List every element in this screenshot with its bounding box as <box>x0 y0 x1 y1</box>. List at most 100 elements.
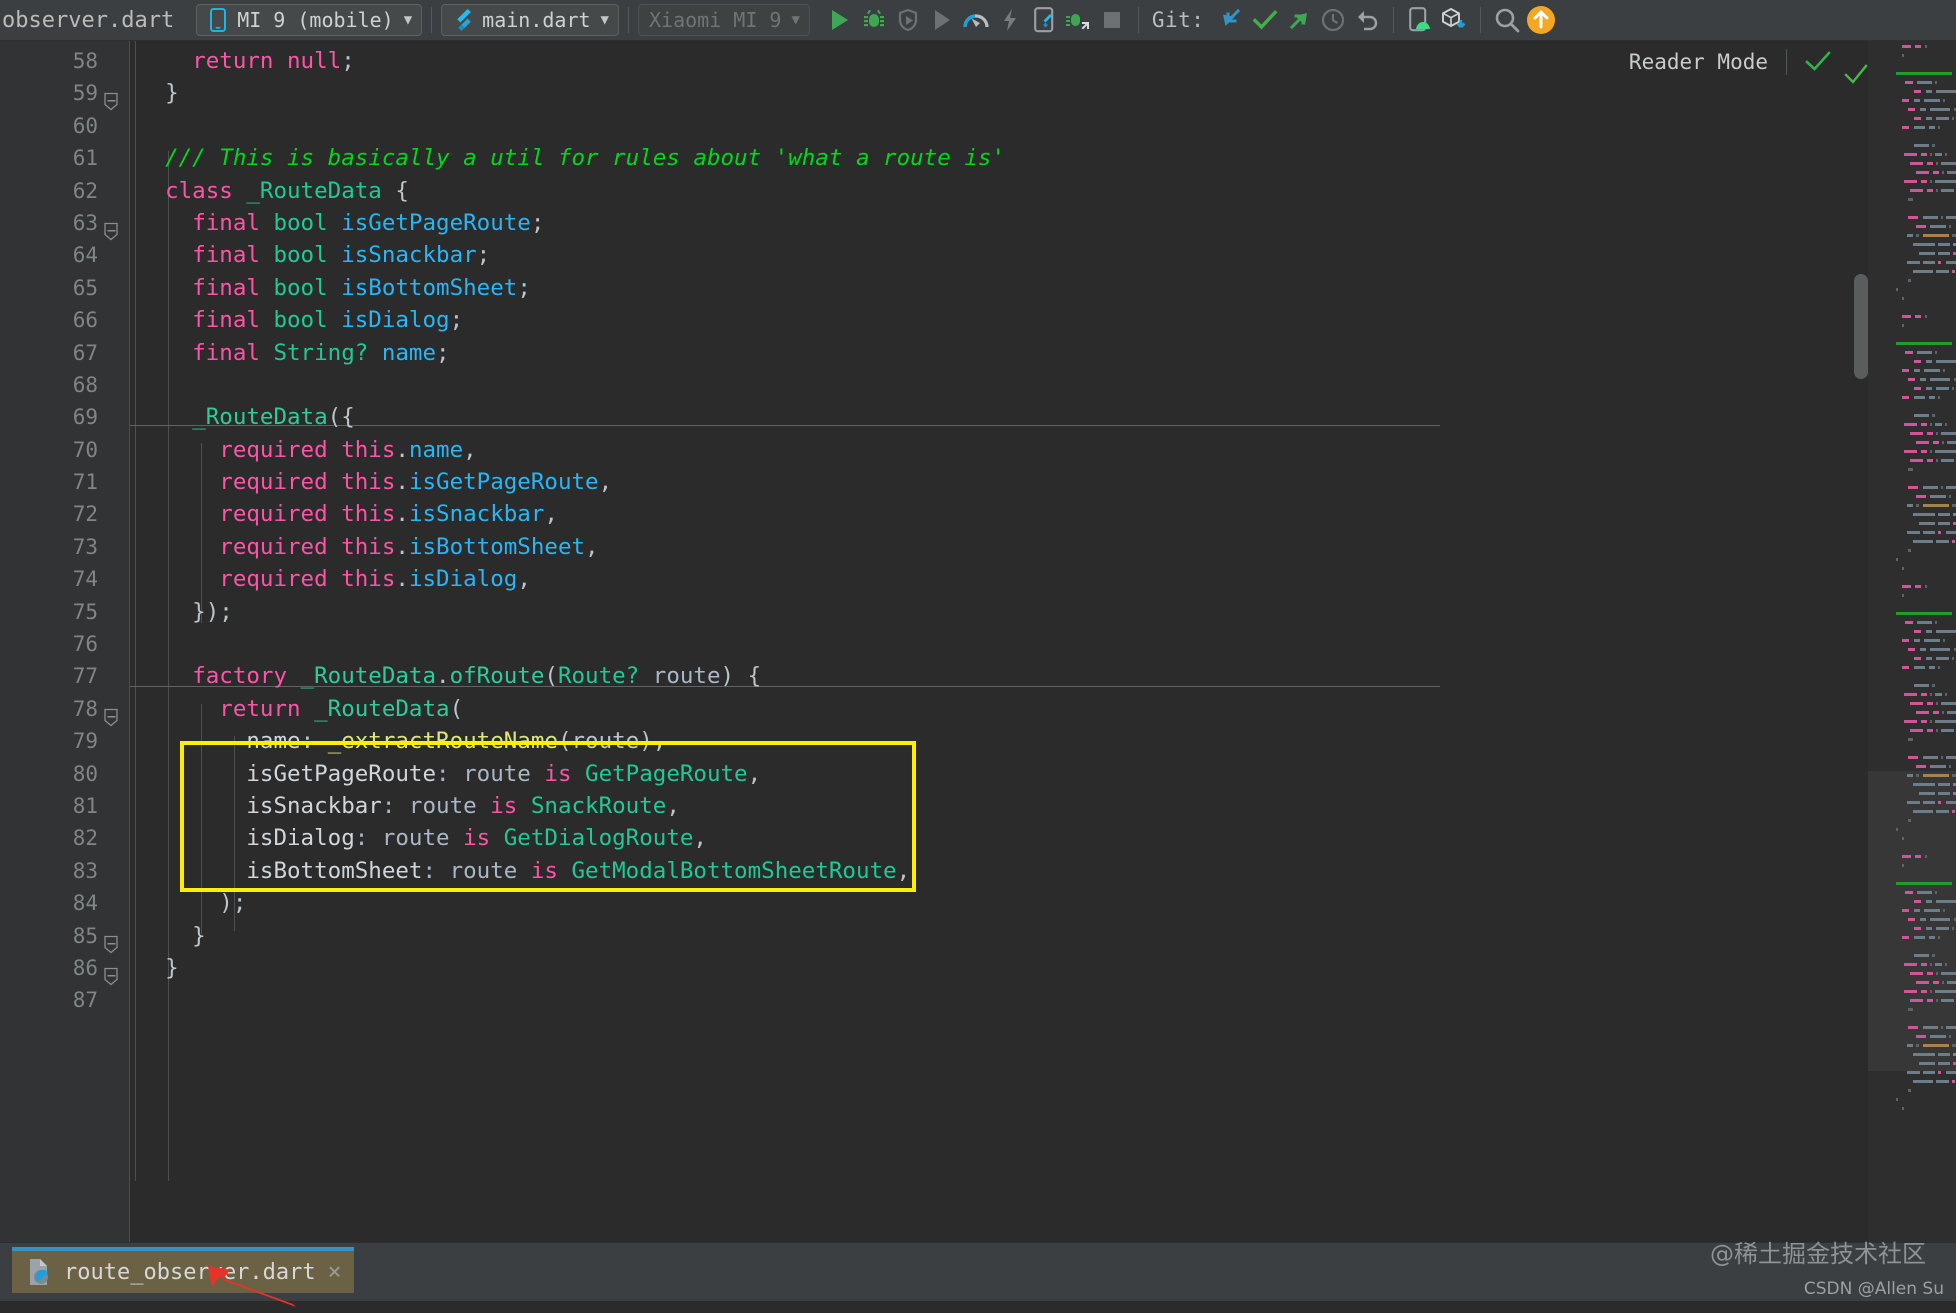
stop-button[interactable] <box>1095 3 1129 37</box>
editor-scrollbar-thumb[interactable] <box>1854 274 1868 379</box>
code-line[interactable]: final bool isDialog; <box>130 304 1840 336</box>
run-with-coverage-button[interactable] <box>891 3 925 37</box>
fold-marker-85[interactable] <box>103 935 120 954</box>
git-push-button[interactable] <box>1282 3 1316 37</box>
open-devtools-button[interactable] <box>1027 3 1061 37</box>
sdk-manager-button[interactable] <box>1437 3 1471 37</box>
code-editor[interactable]: 5859606162636465666768697071727374757677… <box>0 41 1956 1242</box>
code-line[interactable]: } <box>130 952 1840 984</box>
code-token <box>138 761 246 787</box>
code-token <box>558 858 572 884</box>
minimap-line-segment <box>1941 459 1953 462</box>
minimap-line-segment <box>1913 1080 1933 1083</box>
editor-right-column[interactable] <box>1840 41 1956 1242</box>
code-line[interactable] <box>130 628 1840 660</box>
code-line[interactable] <box>130 369 1840 401</box>
code-line[interactable]: name: _extractRouteName(route), <box>130 725 1840 757</box>
code-token: is <box>544 761 571 787</box>
inspection-status-icon[interactable] <box>1844 63 1868 91</box>
minimap-line-segment <box>1926 927 1932 930</box>
code-line[interactable]: final String? name; <box>130 337 1840 369</box>
line-number: 59 <box>0 77 112 109</box>
code-minimap[interactable] <box>1868 41 1956 1242</box>
attach-debugger-button[interactable] <box>1061 3 1095 37</box>
code-line[interactable]: required this.isSnackbar, <box>130 498 1840 530</box>
code-token: final <box>192 210 260 236</box>
code-line[interactable]: isBottomSheet: route is GetModalBottomSh… <box>130 855 1840 887</box>
minimap-line-segment <box>1926 630 1932 633</box>
code-line[interactable]: isDialog: route is GetDialogRoute, <box>130 822 1840 854</box>
minimap-line-segment <box>1936 702 1938 705</box>
minimap-line-segment <box>1920 108 1926 111</box>
hot-reload-button[interactable] <box>993 3 1027 37</box>
minimap-line-segment <box>1923 216 1939 219</box>
git-rollback-button[interactable] <box>1350 3 1384 37</box>
debug-button[interactable] <box>857 3 891 37</box>
git-update-project-button[interactable] <box>1214 3 1248 37</box>
close-icon[interactable]: × <box>328 1261 342 1284</box>
fold-marker-86[interactable] <box>103 967 120 986</box>
run-configuration-selector[interactable]: main.dart ▼ <box>441 4 619 36</box>
code-token: required <box>219 534 327 560</box>
code-line[interactable] <box>130 110 1840 142</box>
minimap-line-segment <box>1923 1044 1949 1047</box>
code-line[interactable]: final bool isGetPageRoute; <box>130 207 1840 239</box>
minimap-line-segment <box>1942 171 1944 174</box>
code-line[interactable]: required this.isDialog, <box>130 563 1840 595</box>
device-selector[interactable]: MI 9 (mobile) ▼ <box>196 4 422 36</box>
minimap-line-segment <box>1952 504 1956 507</box>
git-history-button[interactable] <box>1316 3 1350 37</box>
code-line[interactable]: final bool isSnackbar; <box>130 239 1840 271</box>
code-line[interactable]: isGetPageRoute: route is GetPageRoute, <box>130 758 1840 790</box>
code-line[interactable] <box>130 984 1840 1016</box>
minimap-line-segment <box>1930 450 1932 453</box>
fold-marker-77[interactable] <box>103 708 120 727</box>
check-icon[interactable] <box>1801 45 1835 79</box>
code-line[interactable]: final bool isBottomSheet; <box>130 272 1840 304</box>
code-line[interactable]: return _RouteData( <box>130 693 1840 725</box>
minimap-line-segment <box>1914 369 1920 372</box>
target-device-selector[interactable]: Xiaomi MI 9 ▼ <box>638 4 810 36</box>
profile-run-button[interactable] <box>925 3 959 37</box>
code-line[interactable]: } <box>130 77 1840 109</box>
code-line[interactable]: class _RouteData { <box>130 175 1840 207</box>
code-content[interactable]: return null; } /// This is basically a u… <box>130 41 1840 1242</box>
code-line[interactable]: ); <box>130 887 1840 919</box>
code-line[interactable]: required this.name, <box>130 434 1840 466</box>
reader-mode-indicator[interactable]: Reader Mode <box>1629 45 1835 79</box>
minimap-line-segment <box>1947 711 1956 714</box>
minimap-line-segment <box>1896 1098 1898 1101</box>
minimap-line-segment <box>1908 918 1916 921</box>
search-everywhere-button[interactable] <box>1490 3 1524 37</box>
avd-manager-button[interactable] <box>1403 3 1437 37</box>
minimap-line-segment <box>1896 288 1898 291</box>
notifications-button[interactable] <box>1524 3 1558 37</box>
code-line[interactable]: factory _RouteData.ofRoute(Route? route)… <box>130 660 1840 692</box>
code-token: name <box>382 340 436 366</box>
minimap-line-segment <box>1942 441 1944 444</box>
code-line[interactable]: } <box>130 920 1840 952</box>
fold-marker-62[interactable] <box>103 222 120 241</box>
minimap-line-segment <box>1938 513 1950 516</box>
code-line[interactable]: isSnackbar: route is SnackRoute, <box>130 790 1840 822</box>
minimap-line-segment <box>1914 396 1925 399</box>
code-line[interactable]: /// This is basically a util for rules a… <box>130 142 1840 174</box>
run-button[interactable] <box>823 3 857 37</box>
git-commit-button[interactable] <box>1248 3 1282 37</box>
minimap-line-segment <box>1927 999 1933 1002</box>
minimap-line-segment <box>1932 144 1935 147</box>
fold-marker-59[interactable] <box>103 92 120 111</box>
code-line[interactable]: required this.isGetPageRoute, <box>130 466 1840 498</box>
code-line[interactable]: return null; <box>130 45 1840 77</box>
code-line[interactable]: _RouteData({ <box>130 401 1840 433</box>
editor-tab-bar[interactable]: route_observer.dart × @稀土掘金技术社区 CSDN @Al… <box>0 1242 1956 1301</box>
code-line[interactable]: required this.isBottomSheet, <box>130 531 1840 563</box>
minimap-line-segment <box>1926 90 1932 93</box>
code-token <box>260 242 274 268</box>
minimap-line-segment <box>1925 855 1927 858</box>
code-line[interactable]: }); <box>130 596 1840 628</box>
flutter-performance-button[interactable] <box>959 3 993 37</box>
line-number: 58 <box>0 45 112 77</box>
toolbar-divider-1 <box>431 7 432 33</box>
minimap-line-segment <box>1936 387 1948 390</box>
